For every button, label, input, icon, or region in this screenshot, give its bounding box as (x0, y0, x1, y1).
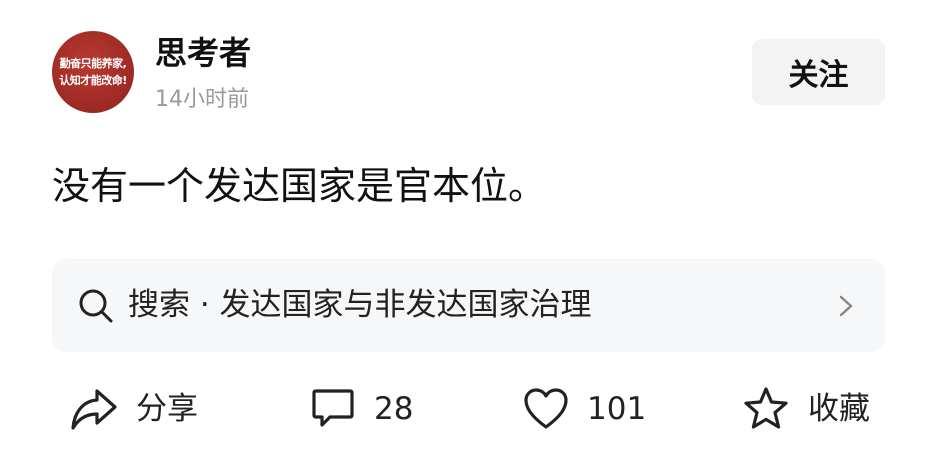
comment-icon (312, 389, 354, 427)
like-count: 101 (587, 391, 647, 427)
favorite-button[interactable]: 收藏 (742, 382, 870, 436)
share-label: 分享 (136, 391, 198, 427)
post-timestamp: 14小时前 (155, 87, 249, 112)
comment-count: 28 (374, 391, 414, 427)
avatar-line-2: 认知才能改命! (59, 74, 127, 87)
chevron-right-icon (839, 295, 853, 317)
search-icon (79, 289, 113, 323)
search-suggestion-bar[interactable]: 搜索 · 发达国家与非发达国家治理 (52, 259, 885, 352)
follow-button[interactable]: 关注 (752, 39, 885, 105)
share-button[interactable]: 分享 (70, 382, 198, 436)
heart-icon (524, 388, 568, 429)
author-name[interactable]: 思考者 (155, 33, 251, 73)
favorite-label: 收藏 (808, 391, 870, 427)
share-icon (71, 389, 117, 430)
star-icon (744, 387, 788, 429)
like-button[interactable]: 101 (523, 382, 646, 436)
avatar[interactable]: 勤奋只能养家, 认知才能改命! (52, 31, 134, 113)
comment-button[interactable]: 28 (310, 382, 413, 436)
avatar-line-1: 勤奋只能养家, (59, 57, 127, 70)
post-text: 没有一个发达国家是官本位。 (52, 164, 547, 208)
search-suggestion-text: 搜索 · 发达国家与非发达国家治理 (128, 287, 592, 323)
